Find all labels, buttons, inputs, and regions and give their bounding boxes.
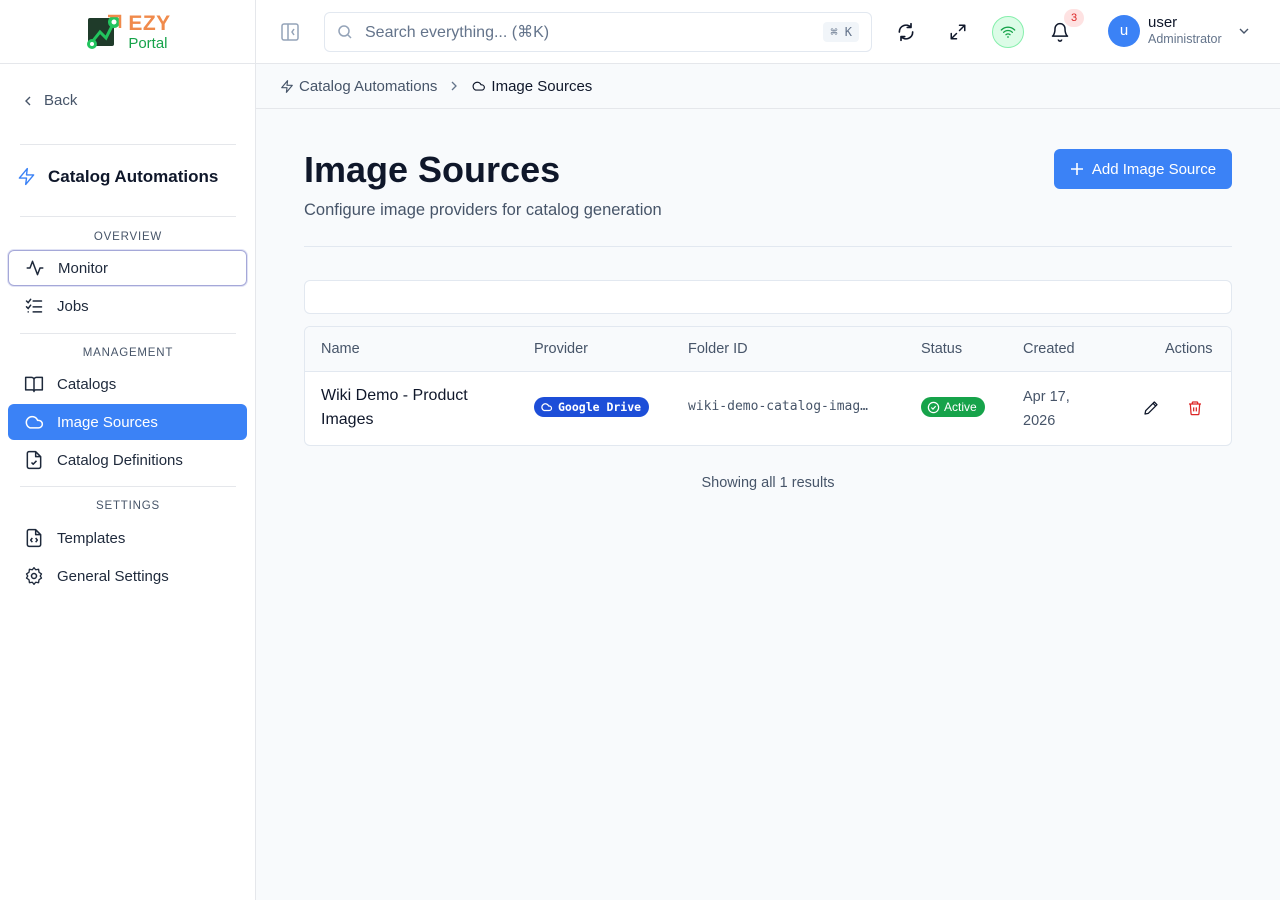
row-created: Apr 17, 2026	[1023, 389, 1070, 429]
sidebar-item-catalogs[interactable]: Catalogs	[8, 366, 247, 402]
column-header-status[interactable]: Status	[921, 341, 962, 357]
sidebar-item-jobs[interactable]: Jobs	[8, 288, 247, 324]
status-badge: Active	[921, 397, 985, 417]
logo-area: EZY Portal	[0, 0, 255, 64]
provider-badge: Google Drive	[534, 397, 650, 417]
sidebar-item-label: Catalog Definitions	[57, 451, 183, 469]
file-check-icon	[26, 450, 42, 470]
breadcrumb: Catalog Automations Image Sources	[256, 64, 1280, 109]
breadcrumb-item-image-sources: Image Sources	[471, 78, 592, 95]
search-placeholder: Search everything... (⌘K)	[365, 24, 550, 41]
row-name: Wiki Demo - Product Images	[321, 387, 468, 428]
page-title: Image Sources	[304, 149, 561, 190]
edit-button[interactable]	[1140, 397, 1162, 419]
sidebar-item-label: Catalogs	[57, 375, 117, 393]
delete-button[interactable]	[1184, 397, 1206, 419]
trash-icon	[1189, 401, 1201, 416]
top-bar: Search everything... (⌘K) ⌘ K 3 u user A…	[256, 0, 1280, 64]
check-circle-icon	[927, 401, 940, 413]
divider	[20, 486, 236, 487]
chevron-right-icon	[451, 81, 458, 91]
sidebar-item-monitor[interactable]: Monitor	[8, 250, 247, 286]
pencil-icon	[1144, 401, 1158, 415]
sidebar-item-templates[interactable]: Templates	[8, 520, 247, 556]
back-label: Back	[44, 92, 78, 109]
divider	[304, 246, 1232, 247]
sidebar: EZY Portal Back Catalog Automations OVER…	[0, 0, 256, 900]
brand-line2: Portal	[128, 34, 168, 52]
search-input[interactable]: Search everything... (⌘K) ⌘ K	[324, 12, 872, 52]
panel-left-icon	[281, 23, 299, 41]
filter-bar[interactable]	[304, 280, 1232, 314]
gear-icon	[25, 567, 43, 585]
refresh-icon	[898, 22, 914, 42]
fullscreen-button[interactable]	[942, 16, 974, 48]
page-subtitle: Configure image providers for catalog ge…	[304, 201, 662, 219]
provider-label: Google Drive	[558, 400, 642, 414]
divider	[20, 216, 236, 217]
book-open-icon	[24, 376, 44, 393]
connection-status-button[interactable]	[992, 16, 1024, 48]
sidebar-item-general-settings[interactable]: General Settings	[8, 558, 247, 594]
maximize-icon	[950, 24, 966, 40]
divider	[20, 333, 236, 334]
divider	[20, 144, 236, 145]
sidebar-item-image-sources[interactable]: Image Sources	[8, 404, 247, 440]
status-label: Active	[944, 400, 977, 414]
section-label-settings: SETTINGS	[96, 500, 160, 512]
sidebar-item-label: Image Sources	[57, 413, 158, 431]
brand-logo[interactable]: EZY Portal	[84, 12, 170, 52]
refresh-button[interactable]	[890, 16, 922, 48]
search-icon	[338, 25, 352, 39]
sidebar-item-label: Monitor	[58, 259, 109, 277]
avatar: u	[1108, 14, 1140, 47]
notification-count-badge: 3	[1064, 9, 1084, 27]
column-header-name[interactable]: Name	[321, 341, 360, 357]
module-title-label: Catalog Automations	[48, 166, 219, 186]
table-header: Name Provider Folder ID Status Created A…	[305, 327, 1231, 372]
file-code-icon	[26, 528, 42, 548]
zap-icon	[281, 79, 293, 93]
main-content: Image Sources Configure image providers …	[256, 109, 1280, 900]
cloud-icon	[472, 81, 486, 91]
breadcrumb-label: Catalog Automations	[299, 77, 438, 95]
image-sources-table: Name Provider Folder ID Status Created A…	[304, 326, 1232, 446]
table-row[interactable]: Wiki Demo - Product Images Google Drive …	[305, 372, 1231, 445]
add-image-source-button[interactable]: Add Image Source	[1054, 149, 1232, 189]
activity-icon	[26, 260, 44, 276]
results-count: Showing all 1 results	[701, 475, 835, 491]
column-header-folder-id[interactable]: Folder ID	[688, 341, 748, 357]
sidebar-item-catalog-definitions[interactable]: Catalog Definitions	[8, 442, 247, 478]
row-folder-id: wiki-demo-catalog-imag…	[688, 399, 869, 414]
module-title: Catalog Automations	[17, 166, 218, 187]
user-menu[interactable]: u user Administrator	[1108, 14, 1250, 47]
plus-icon	[1070, 163, 1083, 175]
wifi-icon	[1000, 26, 1016, 38]
column-header-created[interactable]: Created	[1023, 341, 1075, 357]
add-button-label: Add Image Source	[1091, 160, 1217, 178]
list-checks-icon	[25, 298, 43, 313]
user-name: user	[1148, 14, 1178, 31]
cloud-icon	[541, 403, 553, 412]
cloud-icon	[25, 415, 44, 429]
column-header-provider[interactable]: Provider	[534, 341, 588, 357]
chevron-left-icon	[25, 96, 31, 105]
breadcrumb-item-catalog-automations[interactable]: Catalog Automations	[280, 78, 437, 95]
search-shortcut: ⌘ K	[823, 22, 859, 42]
sidebar-toggle-button[interactable]	[280, 22, 300, 42]
breadcrumb-label: Image Sources	[491, 77, 593, 95]
section-label-overview: OVERVIEW	[93, 231, 163, 243]
brand-line1: EZY	[128, 11, 171, 35]
sidebar-item-label: Templates	[57, 529, 126, 547]
sidebar-item-label: General Settings	[57, 567, 169, 585]
section-label-management: MANAGEMENT	[82, 347, 174, 359]
chevron-down-icon	[1239, 28, 1249, 34]
column-header-actions: Actions	[1165, 341, 1213, 357]
user-role: Administrator	[1148, 32, 1222, 46]
zap-icon	[18, 167, 35, 186]
back-link[interactable]: Back	[22, 92, 77, 109]
sidebar-item-label: Jobs	[57, 297, 89, 315]
ezy-logo-icon	[87, 14, 122, 49]
